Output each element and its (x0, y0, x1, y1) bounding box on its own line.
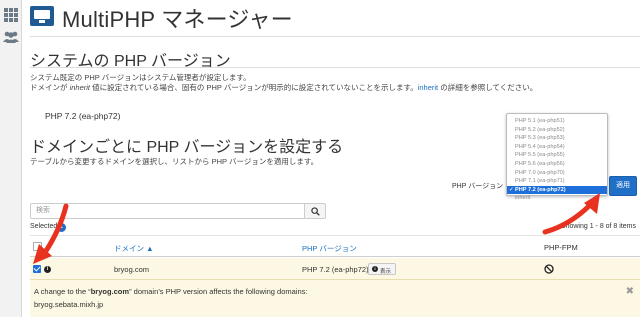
php-version-select-label: PHP バージョン (452, 183, 504, 190)
select-all-checkbox[interactable] (33, 242, 42, 251)
header-divider (30, 36, 640, 37)
section-divider (30, 67, 640, 68)
dropdown-option[interactable]: PHP 5.2 (ea-php52) (507, 126, 607, 135)
system-php-version-value: PHP 7.2 (ea-php72) (45, 111, 121, 121)
info-icon[interactable]: i (44, 265, 51, 273)
dropdown-option[interactable]: inherit (507, 194, 607, 203)
show-details-button[interactable]: i 表示 (368, 263, 396, 275)
multiphp-icon (30, 6, 54, 26)
domain-php-section-title: ドメインごとに PHP バージョンを設定する (30, 139, 344, 156)
dropdown-option-selected[interactable]: ✓ PHP 7.2 (ea-php72) (507, 185, 607, 195)
check-icon: ✓ (509, 186, 514, 193)
row-checkbox[interactable] (33, 265, 41, 273)
grid-icon[interactable] (3, 8, 19, 22)
notice-message: A change to the “bryog.com” domain’s PHP… (34, 287, 308, 296)
php-version-cell: PHP 7.2 (ea-php72) (302, 265, 369, 274)
column-header-php-version[interactable]: PHP バージョン (302, 243, 357, 254)
selected-count-badge: 1 (57, 223, 66, 232)
search-input[interactable]: 検索 (30, 203, 305, 219)
column-header-php-fpm: PHP-FPM (544, 243, 578, 252)
dropdown-option[interactable]: PHP 7.0 (ea-php70) (507, 169, 607, 178)
dropdown-option[interactable]: PHP 7.1 (ea-php71) (507, 177, 607, 186)
dropdown-option[interactable]: PHP 5.3 (ea-php53) (507, 134, 607, 143)
left-rail (0, 0, 22, 317)
page-title: MultiPHP マネージャー (62, 7, 293, 32)
users-icon[interactable] (3, 30, 19, 44)
dropdown-option[interactable]: PHP 5.1 (ea-php51) (507, 117, 607, 126)
system-php-description-line2: ドメインが inherit 値に設定されている場合、固有の PHP バージョンが… (30, 83, 538, 92)
pagination-summary: Showing 1 - 8 of 8 items (560, 223, 636, 230)
dropdown-option[interactable]: PHP 5.5 (ea-php55) (507, 151, 607, 160)
dropdown-option[interactable]: PHP 5.6 (ea-php56) (507, 160, 607, 169)
affected-domain: bryog.sebata.mixh.jp (34, 300, 104, 309)
php-version-dropdown[interactable]: PHP 5.1 (ea-php51) PHP 5.2 (ea-php52) PH… (506, 113, 608, 201)
system-php-description-line1: システム既定の PHP バージョンはシステム管理者が設定します。 (30, 73, 251, 82)
domain-php-description: テーブルから変更するドメインを選択し、リストから PHP バージョンを適用します… (30, 157, 319, 166)
dropdown-option[interactable]: PHP 5.4 (ea-php54) (507, 143, 607, 152)
table-header: ドメイン ▲ PHP バージョン PHP-FPM (30, 235, 640, 257)
inherit-link[interactable]: inherit (418, 83, 438, 92)
table-row[interactable]: i bryog.com PHP 7.2 (ea-php72) i 表示 (30, 258, 640, 280)
domain-cell: bryog.com (114, 265, 150, 274)
search-icon (311, 207, 320, 216)
fpm-disabled-icon (544, 264, 554, 274)
column-header-domain[interactable]: ドメイン ▲ (114, 243, 154, 254)
affected-domains-notice: A change to the “bryog.com” domain’s PHP… (30, 280, 640, 317)
search-button[interactable] (305, 203, 326, 219)
selected-count-label: Selected (30, 223, 58, 230)
close-icon[interactable]: ✖ (626, 286, 634, 297)
apply-button[interactable]: 適用 (609, 176, 637, 196)
info-icon: i (372, 266, 378, 273)
